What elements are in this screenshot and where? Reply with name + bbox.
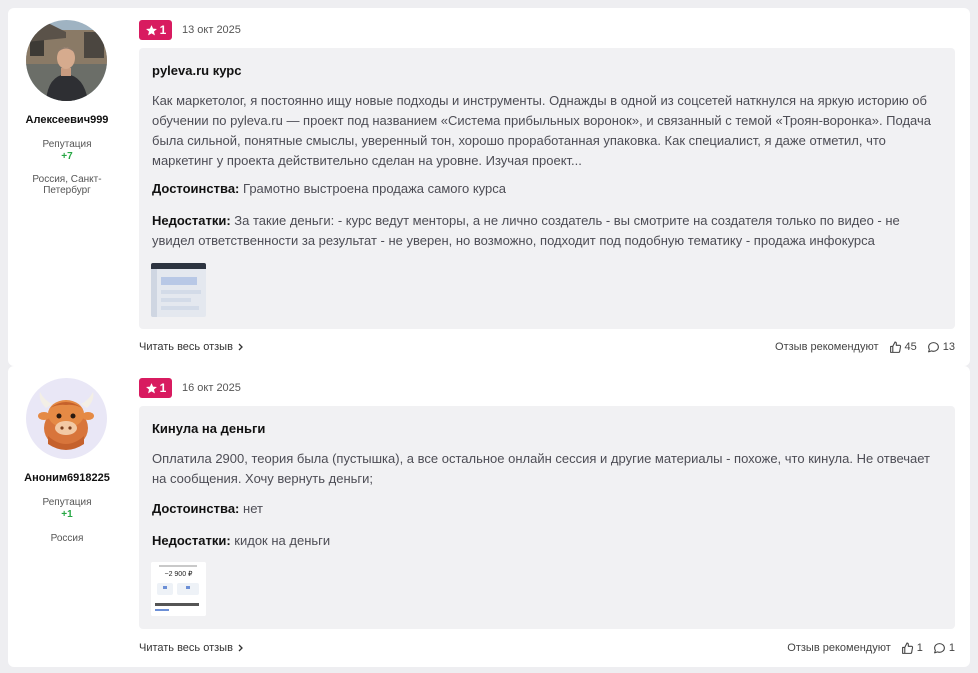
cons-text: За такие деньги: - курс ведут менторы, а…: [152, 213, 900, 248]
pros-label: Достоинства:: [152, 501, 240, 516]
review-card: Аноним6918225 Репутация +1 Россия 1 16 о…: [8, 366, 970, 667]
rating-value: 1: [159, 381, 167, 395]
reputation-value: +7: [61, 151, 73, 162]
review-footer: Читать весь отзыв Отзыв рекомендуют 45 1…: [139, 337, 955, 357]
review-meta: 1 13 окт 2025: [139, 20, 241, 40]
review-photo-thumbnail[interactable]: [151, 263, 206, 317]
comment-count: 1: [948, 642, 955, 654]
read-more-label: Читать весь отзыв: [139, 642, 233, 654]
cons-label: Недостатки:: [152, 213, 231, 228]
star-icon: [145, 24, 157, 35]
review-meta: 1 16 окт 2025: [139, 378, 241, 398]
avatar[interactable]: [26, 20, 107, 101]
recommend-label: Отзыв рекомендуют: [787, 642, 891, 654]
author-location: Россия: [50, 533, 84, 544]
avatar[interactable]: [26, 378, 107, 459]
comment-icon: [933, 642, 945, 653]
recommend-label: Отзыв рекомендуют: [775, 341, 879, 353]
screenshot-thumbnail-icon: [151, 263, 206, 317]
comment-count: 13: [942, 341, 955, 353]
cons-label: Недостатки:: [152, 533, 231, 548]
cons-field: Недостатки: кидок на деньги: [152, 531, 942, 551]
cons-field: Недостатки: За такие деньги: - курс веду…: [152, 211, 942, 251]
star-icon: [145, 382, 157, 393]
comments-button[interactable]: 1: [933, 642, 955, 655]
user-photo-icon: [26, 20, 107, 101]
author-location: Россия, Санкт-Петербург: [32, 174, 102, 196]
pros-text: нет: [243, 501, 263, 516]
thumbs-up-icon: [901, 642, 913, 654]
review-body: pyleva.ru курс Как маркетолог, я постоян…: [139, 48, 955, 329]
rating-badge: 1: [139, 378, 172, 398]
review-text: Как маркетолог, я постоянно ищу новые по…: [152, 93, 932, 168]
review-body: Кинула на деньги Оплатила 2900, теория б…: [139, 406, 955, 629]
review-text: Оплатила 2900, теория была (пустышка), а…: [152, 451, 931, 486]
review-footer: Читать весь отзыв Отзыв рекомендуют 1 1: [139, 638, 955, 658]
review-title[interactable]: Кинула на деньги: [152, 421, 265, 436]
reputation-label: Репутация: [42, 497, 92, 508]
thumbs-up-icon: [889, 341, 901, 353]
pros-label: Достоинства:: [152, 181, 240, 196]
pros-field: Достоинства: нет: [152, 499, 942, 519]
like-count: 45: [904, 341, 917, 353]
review-actions: Отзыв рекомендуют 1 1: [787, 642, 955, 655]
author-name[interactable]: Алексеевич999: [8, 114, 126, 126]
review-card: Алексеевич999 Репутация +7 Россия, Санкт…: [8, 8, 970, 366]
rating-badge: 1: [139, 20, 172, 40]
like-button[interactable]: 45: [889, 341, 917, 354]
reputation-value: +1: [61, 509, 73, 520]
comment-icon: [927, 341, 939, 352]
cons-text: кидок на деньги: [234, 533, 331, 548]
comments-button[interactable]: 13: [927, 341, 955, 354]
read-full-review-link[interactable]: Читать весь отзыв: [139, 642, 244, 654]
chevron-right-icon: [238, 343, 243, 351]
pros-field: Достоинства: Грамотно выстроена продажа …: [152, 179, 942, 199]
like-button[interactable]: 1: [901, 642, 923, 655]
review-title[interactable]: pyleva.ru курс: [152, 63, 241, 78]
yak-avatar-icon: [26, 378, 107, 459]
review-actions: Отзыв рекомендуют 45 13: [775, 341, 955, 354]
review-photo-thumbnail[interactable]: −2 900 ₽: [151, 562, 206, 616]
read-full-review-link[interactable]: Читать весь отзыв: [139, 341, 244, 353]
pros-text: Грамотно выстроена продажа самого курса: [243, 181, 506, 196]
like-count: 1: [916, 642, 923, 654]
reputation-label: Репутация: [42, 139, 92, 150]
author-name[interactable]: Аноним6918225: [8, 472, 126, 484]
thumb-amount: −2 900 ₽: [164, 571, 193, 578]
review-date: 16 окт 2025: [182, 382, 241, 394]
read-more-label: Читать весь отзыв: [139, 341, 233, 353]
chevron-right-icon: [238, 644, 243, 652]
rating-value: 1: [159, 23, 167, 37]
review-date: 13 окт 2025: [182, 24, 241, 36]
